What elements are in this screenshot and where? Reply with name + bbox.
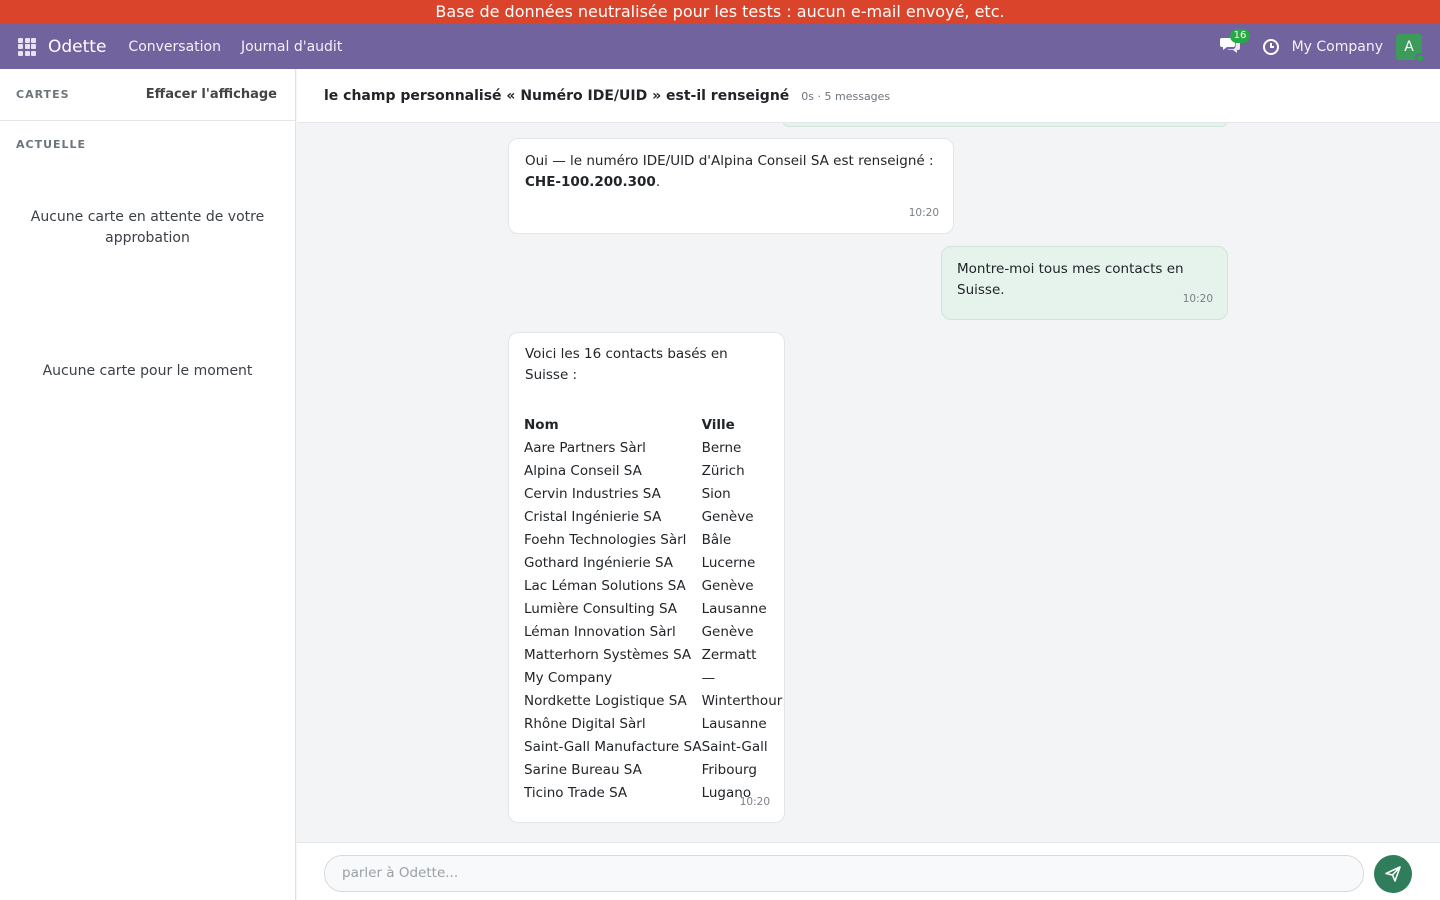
table-row: Matterhorn Systèmes SA Zermatt bbox=[524, 644, 782, 667]
contact-city-cell: Winterthour bbox=[701, 693, 783, 709]
test-database-banner: Base de données neutralisée pour les tes… bbox=[0, 0, 1440, 24]
contact-city-cell: Fribourg bbox=[701, 762, 757, 778]
nav-item-conversation[interactable]: Conversation bbox=[128, 39, 221, 55]
table-row: Alpina Conseil SA Zürich bbox=[524, 460, 782, 483]
contact-city-cell: Saint-Gall bbox=[701, 739, 768, 755]
message-time: 10:20 bbox=[739, 796, 770, 808]
table-row: Lac Léman Solutions SA Genève bbox=[524, 575, 782, 598]
ide-uid-value: CHE-100.200.300 bbox=[525, 174, 656, 190]
contact-city-cell: Genève bbox=[701, 624, 754, 640]
column-header-city: Ville bbox=[701, 417, 735, 433]
message-input[interactable]: parler à Odette... bbox=[324, 855, 1364, 892]
send-button[interactable] bbox=[1374, 855, 1412, 893]
contact-name-cell: Lac Léman Solutions SA bbox=[524, 578, 686, 594]
contact-city-cell: Sion bbox=[701, 486, 731, 502]
user-avatar[interactable]: A bbox=[1396, 33, 1425, 63]
table-row: Saint-Gall Manufacture SA Saint-Gall bbox=[524, 736, 782, 759]
chat-icon[interactable]: 16 bbox=[1219, 28, 1251, 59]
table-row: Foehn Technologies Sàrl Bâle bbox=[524, 529, 782, 552]
column-header-name: Nom bbox=[524, 417, 559, 433]
table-row: Nordkette Logistique SA Winterthour bbox=[524, 690, 782, 713]
thread-meta: 0s · 5 messages bbox=[801, 90, 891, 103]
contact-city-cell: Zürich bbox=[701, 463, 745, 479]
contact-city-cell: Berne bbox=[701, 440, 742, 456]
app-brand[interactable]: Odette bbox=[48, 37, 106, 57]
sidebar-title: CARTES bbox=[16, 88, 70, 101]
nav-item-audit-log[interactable]: Journal d'audit bbox=[241, 39, 342, 55]
message-time: 10:20 bbox=[1182, 293, 1213, 305]
table-row: Gothard Ingénierie SA Lucerne bbox=[524, 552, 782, 575]
contact-name-cell: Aare Partners Sàrl bbox=[524, 440, 646, 456]
message-text: Oui — le numéro IDE/UID d'Alpina Conseil… bbox=[525, 153, 934, 169]
sidebar-header: CARTES Effacer l'affichage bbox=[0, 69, 295, 121]
contact-name-cell: Foehn Technologies Sàrl bbox=[524, 532, 687, 548]
contact-city-cell: Lausanne bbox=[701, 601, 767, 617]
message-intro: Voici les 16 contacts basés en Suisse : bbox=[525, 346, 728, 383]
table-row: Cervin Industries SA Sion bbox=[524, 483, 782, 506]
message-time: 10:20 bbox=[908, 207, 939, 219]
user-message: Montre-moi tous mes contacts en Suisse. … bbox=[941, 246, 1228, 320]
contact-city-cell: Bâle bbox=[701, 532, 732, 548]
message-text-end: . bbox=[655, 174, 661, 190]
previous-message-bubble bbox=[782, 123, 1228, 127]
contact-city-cell: Lausanne bbox=[701, 716, 767, 732]
contact-name-cell: Saint-Gall Manufacture SA bbox=[524, 739, 702, 755]
clear-display-button[interactable]: Effacer l'affichage bbox=[146, 87, 277, 102]
contact-name-cell: Cristal Ingénierie SA bbox=[524, 509, 662, 525]
contact-city-cell: Lucerne bbox=[701, 555, 756, 571]
send-icon bbox=[1385, 866, 1401, 882]
contact-name-cell: Sarine Bureau SA bbox=[524, 762, 642, 778]
contact-city-cell: — bbox=[701, 670, 716, 686]
contact-name-cell: Gothard Ingénierie SA bbox=[524, 555, 673, 571]
empty-pending-cards: Aucune carte en attente de votre approba… bbox=[30, 209, 265, 246]
contact-name-cell: Matterhorn Systèmes SA bbox=[524, 647, 692, 663]
empty-cards: Aucune carte pour le moment bbox=[42, 363, 253, 379]
contact-name-cell: Alpina Conseil SA bbox=[524, 463, 642, 479]
table-row: Léman Innovation Sàrl Genève bbox=[524, 621, 782, 644]
contact-name-cell: Léman Innovation Sàrl bbox=[524, 624, 676, 640]
message-list[interactable]: Oui — le numéro IDE/UID d'Alpina Conseil… bbox=[297, 123, 1440, 842]
conversation-panel: le champ personnalisé « Numéro IDE/UID »… bbox=[297, 69, 1440, 900]
thread-title: le champ personnalisé « Numéro IDE/UID »… bbox=[324, 87, 790, 104]
online-status-dot bbox=[1415, 52, 1425, 63]
cards-sidebar: CARTES Effacer l'affichage ACTUELLE Aucu… bbox=[0, 69, 296, 900]
contact-name-cell: Rhône Digital Sàrl bbox=[524, 716, 646, 732]
clock-icon[interactable] bbox=[1262, 38, 1280, 56]
messages-badge: 16 bbox=[1229, 28, 1251, 43]
bot-message-contacts: Voici les 16 contacts basés en Suisse : … bbox=[508, 332, 785, 823]
avatar-letter: A bbox=[1404, 38, 1414, 55]
table-row: Lumière Consulting SA Lausanne bbox=[524, 598, 782, 621]
contacts-table-body: Aare Partners Sàrl Berne Alpina Conseil SA… bbox=[524, 437, 782, 805]
contact-city-cell: Zermatt bbox=[701, 647, 757, 663]
company-switcher[interactable]: My Company bbox=[1292, 39, 1383, 55]
contacts-table: Nom Ville Aare Partners Sàrl Berne Alpina … bbox=[524, 414, 782, 805]
contact-city-cell: Genève bbox=[701, 509, 754, 525]
table-row: Sarine Bureau SA Fribourg bbox=[524, 759, 782, 782]
contact-city-cell: Genève bbox=[701, 578, 754, 594]
apps-grid-icon[interactable] bbox=[18, 37, 36, 56]
table-header-row: Nom Ville bbox=[524, 414, 782, 437]
contact-name-cell: Nordkette Logistique SA bbox=[524, 693, 687, 709]
bot-message: Oui — le numéro IDE/UID d'Alpina Conseil… bbox=[508, 138, 954, 234]
composer: parler à Odette... bbox=[297, 842, 1440, 900]
message-text: Montre-moi tous mes contacts en Suisse. bbox=[957, 261, 1184, 298]
table-row: My Company — bbox=[524, 667, 782, 690]
top-navbar: Odette Conversation Journal d'audit 16 M… bbox=[0, 24, 1440, 69]
table-row: Rhône Digital Sàrl Lausanne bbox=[524, 713, 782, 736]
contact-name-cell: Ticino Trade SA bbox=[524, 785, 628, 801]
contact-name-cell: My Company bbox=[524, 670, 613, 686]
table-row: Aare Partners Sàrl Berne bbox=[524, 437, 782, 460]
thread-header: le champ personnalisé « Numéro IDE/UID »… bbox=[297, 69, 1440, 123]
contact-name-cell: Cervin Industries SA bbox=[524, 486, 661, 502]
table-row: Cristal Ingénierie SA Genève bbox=[524, 506, 782, 529]
current-section-label: ACTUELLE bbox=[16, 138, 87, 151]
contact-name-cell: Lumière Consulting SA bbox=[524, 601, 677, 617]
